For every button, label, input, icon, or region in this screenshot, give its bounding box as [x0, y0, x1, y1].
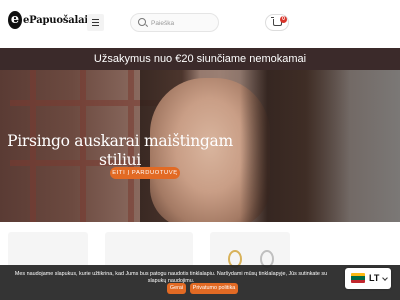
menu-icon	[92, 25, 99, 27]
language-code: LT	[369, 273, 380, 283]
promo-bar: Užsakymus nuo €20 siunčiame nemokamai	[0, 48, 400, 70]
site-header: e ePapuošalai 0	[0, 0, 400, 48]
logo-text: ePapuošalai	[23, 14, 89, 26]
site-logo[interactable]: e ePapuošalai	[8, 10, 88, 30]
shop-now-button[interactable]: EITI Į PARDUOTUVĘ	[110, 167, 180, 179]
privacy-policy-button[interactable]: Privatumo politika	[190, 283, 238, 294]
cart-count-badge: 0	[280, 16, 287, 23]
menu-icon	[92, 19, 99, 21]
language-selector[interactable]: LT	[345, 268, 391, 289]
cookie-accept-button[interactable]: Gerai	[167, 283, 186, 294]
hero-image-hair	[240, 70, 350, 222]
search-input[interactable]	[151, 16, 215, 30]
menu-button[interactable]	[87, 14, 104, 31]
search-icon	[138, 18, 146, 26]
chevron-down-icon	[382, 275, 388, 281]
hero-banner: Pirsingo auskarai maištingam stiliui EIT…	[0, 70, 400, 222]
logo-mark: e	[8, 11, 22, 29]
hero-title: Pirsingo auskarai maištingam stiliui	[7, 132, 233, 169]
menu-icon	[92, 22, 99, 24]
flag-stripe	[351, 279, 365, 283]
search-box	[130, 13, 219, 32]
lithuania-flag-icon	[351, 273, 365, 283]
cart-button[interactable]: 0	[265, 14, 289, 31]
